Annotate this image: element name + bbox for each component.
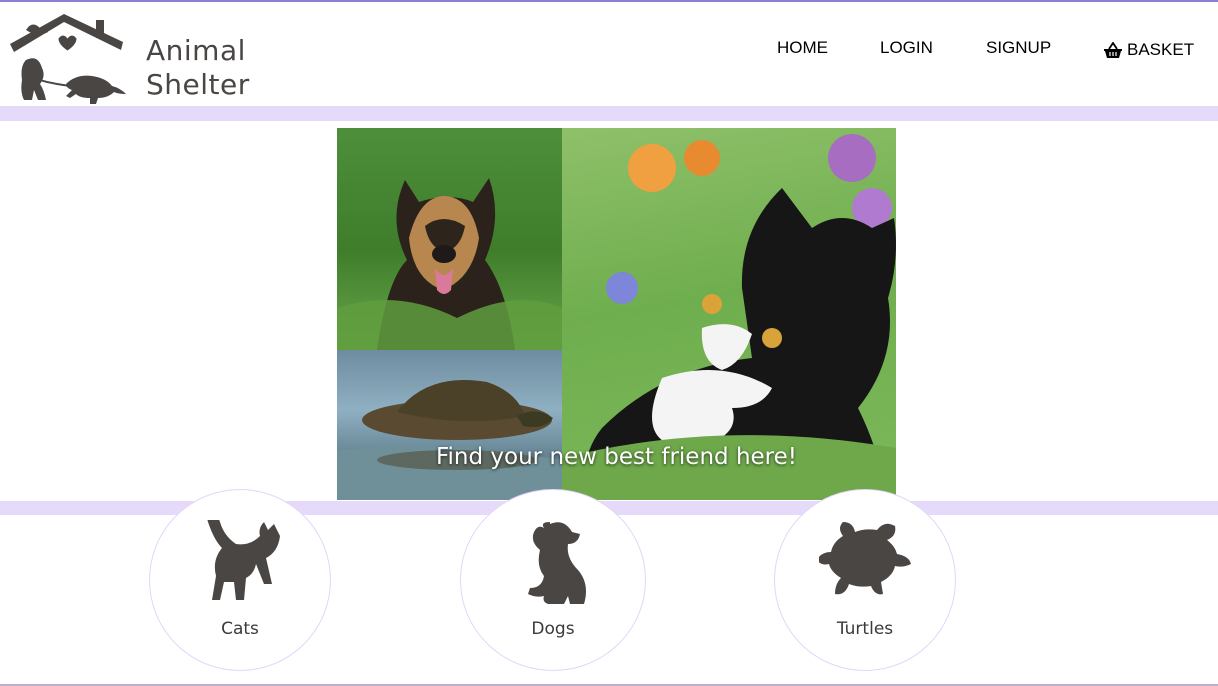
brand-line-1: Animal: [146, 34, 246, 67]
category-cats[interactable]: Cats: [149, 489, 331, 671]
cat-silhouette-icon: [207, 520, 280, 600]
brand-line-2: Shelter: [146, 68, 250, 101]
category-label-dogs: Dogs: [531, 619, 575, 639]
category-label-cats: Cats: [221, 619, 259, 639]
turtle-photo: [337, 350, 562, 500]
nav-signup[interactable]: SIGNUP: [986, 38, 1051, 62]
basket-icon: [1104, 41, 1122, 58]
dog-photo: [337, 128, 562, 350]
accent-band-top: [0, 106, 1218, 121]
site-header: Animal Shelter HOME LOGIN SIGNUP BASKET: [0, 2, 1218, 106]
turtle-silhouette-icon: [819, 522, 911, 595]
category-turtles[interactable]: Turtles: [774, 489, 956, 671]
house-pets-logo-icon: [10, 14, 126, 104]
nav-login[interactable]: LOGIN: [880, 38, 933, 62]
turtle-image: [337, 380, 562, 500]
nav-basket[interactable]: BASKET: [1103, 38, 1194, 62]
shelter-logo[interactable]: Animal Shelter: [8, 12, 258, 106]
category-dogs[interactable]: Dogs: [460, 489, 646, 671]
german-shepherd-image: [337, 178, 562, 350]
dog-silhouette-icon: [528, 522, 586, 604]
nav-basket-label: BASKET: [1127, 40, 1195, 59]
brand-name: Animal Shelter: [146, 34, 250, 102]
category-label-turtles: Turtles: [836, 619, 894, 639]
nav-home[interactable]: HOME: [777, 38, 828, 62]
hero-banner: Find your new best friend here!: [337, 128, 896, 500]
hero-caption: Find your new best friend here!: [435, 444, 797, 470]
